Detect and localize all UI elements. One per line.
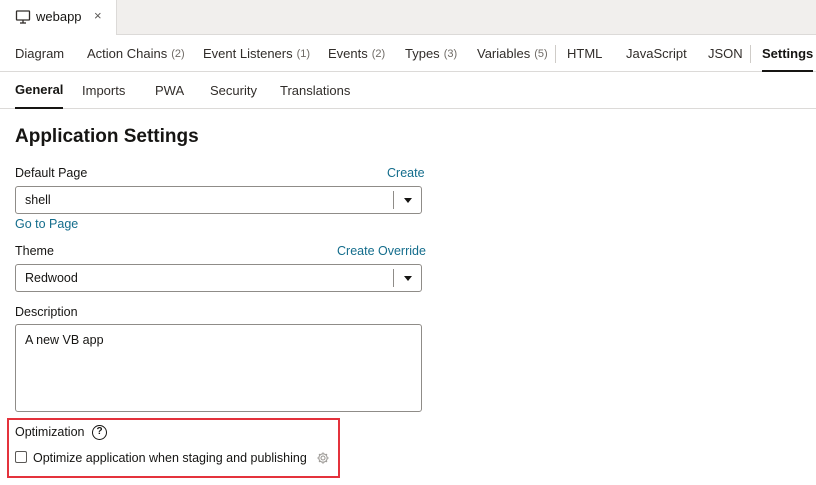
tab-javascript[interactable]: JavaScript: [626, 36, 687, 71]
tab-label: Event Listeners: [203, 46, 293, 61]
description-label: Description: [15, 305, 78, 319]
help-icon[interactable]: ?: [92, 425, 107, 440]
select-divider: [393, 191, 394, 209]
theme-label: Theme: [15, 244, 54, 258]
tab-separator: [555, 45, 556, 63]
subtab-imports[interactable]: Imports: [82, 72, 125, 108]
subtab-translations[interactable]: Translations: [280, 72, 350, 108]
sub-tab-bar: General Imports PWA Security Translation…: [0, 72, 816, 109]
tab-label: Diagram: [15, 46, 65, 61]
subtab-general[interactable]: General: [15, 72, 64, 109]
tab-diagram[interactable]: Diagram: [15, 36, 64, 71]
tab-count: (3): [443, 47, 458, 60]
document-tab-title: webapp: [36, 9, 82, 24]
tab-count: (2): [171, 47, 185, 60]
chevron-down-icon[interactable]: [404, 276, 412, 281]
default-page-select[interactable]: shell: [15, 186, 422, 214]
page-title: Application Settings: [15, 126, 199, 147]
tab-count: (2): [371, 47, 386, 60]
optimization-label: Optimization: [15, 425, 85, 439]
tab-label: JavaScript: [626, 46, 687, 61]
subtab-label: General: [15, 82, 64, 97]
tab-label: Settings: [762, 45, 814, 61]
subtab-label: PWA: [155, 82, 185, 98]
document-tab-bar: webapp ×: [0, 0, 816, 35]
tab-event-listeners[interactable]: Event Listeners (1): [203, 36, 310, 71]
tab-label: HTML: [567, 46, 603, 61]
tab-settings[interactable]: Settings: [762, 36, 814, 72]
tab-label: Types: [405, 46, 440, 61]
go-to-page-link[interactable]: Go to Page: [15, 217, 78, 231]
tab-variables[interactable]: Variables (5): [477, 36, 548, 71]
optimize-checkbox[interactable]: [15, 451, 27, 463]
theme-value: Redwood: [25, 271, 78, 285]
subtab-label: Imports: [82, 82, 126, 98]
tab-label: Action Chains: [87, 46, 168, 61]
tab-events[interactable]: Events (2): [328, 36, 385, 71]
monitor-icon: [15, 10, 31, 24]
tab-label: Variables: [477, 46, 531, 61]
create-page-link[interactable]: Create: [387, 166, 425, 180]
tab-separator: [750, 45, 751, 63]
tab-action-chains[interactable]: Action Chains (2): [87, 36, 185, 71]
default-page-value: shell: [25, 193, 51, 207]
tab-json[interactable]: JSON: [708, 36, 743, 71]
create-override-link[interactable]: Create Override: [337, 244, 426, 258]
tab-types[interactable]: Types (3): [405, 36, 457, 71]
optimize-checkbox-label[interactable]: Optimize application when staging and pu…: [33, 451, 307, 465]
tab-count: (1): [296, 47, 311, 60]
subtab-label: Translations: [280, 82, 351, 98]
gear-icon[interactable]: [316, 451, 330, 465]
document-tab-webapp[interactable]: webapp ×: [0, 0, 117, 35]
main-tab-bar: Diagram Action Chains (2) Event Listener…: [0, 36, 816, 72]
chevron-down-icon[interactable]: [404, 198, 412, 203]
theme-select[interactable]: Redwood: [15, 264, 422, 292]
tab-label: Events: [328, 46, 368, 61]
tab-html[interactable]: HTML: [567, 36, 602, 71]
description-textarea[interactable]: A new VB app: [15, 324, 422, 412]
close-icon[interactable]: ×: [94, 8, 102, 24]
subtab-security[interactable]: Security: [210, 72, 257, 108]
tab-label: JSON: [708, 46, 743, 61]
tab-count: (5): [534, 47, 548, 60]
subtab-pwa[interactable]: PWA: [155, 72, 184, 108]
subtab-label: Security: [210, 82, 257, 98]
select-divider: [393, 269, 394, 287]
default-page-label: Default Page: [15, 166, 88, 180]
